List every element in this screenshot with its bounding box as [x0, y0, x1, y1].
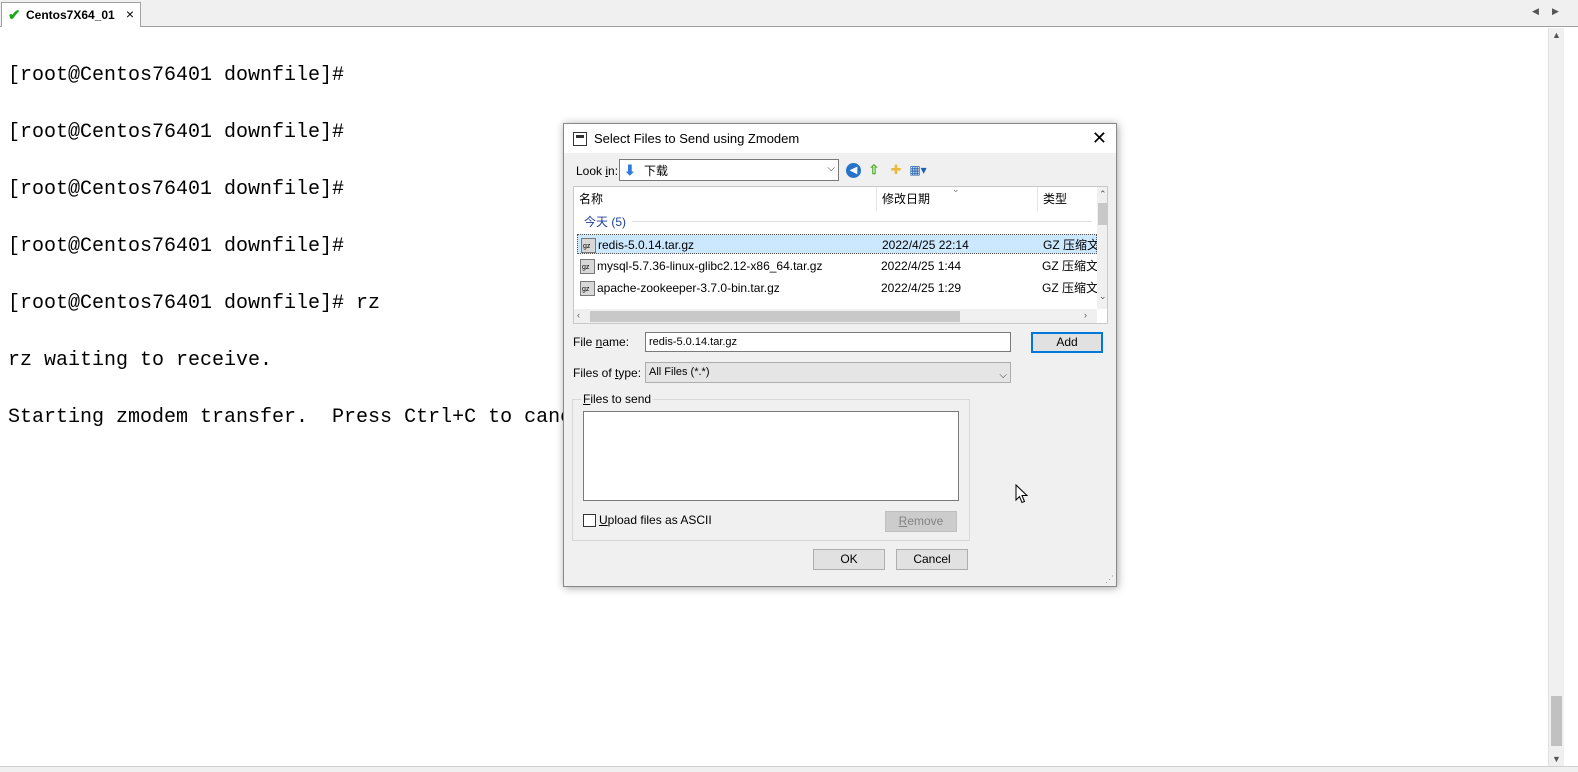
- session-tab-bar: ✔ Centos7X64_01 × ◀ ▶: [0, 0, 1578, 27]
- download-folder-icon: ⬇: [624, 161, 636, 178]
- file-list[interactable]: 名称 修改日期 ⌄ 类型 今天 (5) redis-5.0.14.tar.gz …: [573, 186, 1108, 324]
- file-list-hscroll-thumb[interactable]: [590, 311, 960, 322]
- tab-scroll-right-icon[interactable]: ▶: [1552, 6, 1559, 17]
- file-type-dropdown[interactable]: All Files (*.*) ⌵: [645, 362, 1011, 383]
- file-row[interactable]: redis-5.0.14.tar.gz 2022/4/25 22:14 GZ 压…: [577, 234, 1098, 254]
- terminal-scroll-thumb[interactable]: [1551, 696, 1562, 746]
- file-row[interactable]: apache-zookeeper-3.7.0-bin.tar.gz 2022/4…: [577, 278, 1097, 298]
- column-header-type[interactable]: 类型: [1038, 187, 1097, 211]
- file-type-label: Files of type:: [573, 366, 642, 380]
- terminal-scrollbar[interactable]: ▲ ▼: [1548, 28, 1564, 768]
- chevron-down-icon[interactable]: ⌵: [827, 163, 835, 174]
- gz-file-icon: [581, 238, 596, 253]
- file-date: 2022/4/25 1:44: [881, 259, 962, 273]
- scroll-up-icon[interactable]: ⌃: [1099, 189, 1107, 200]
- file-name: mysql-5.7.36-linux-glibc2.12-x86_64.tar.…: [597, 259, 823, 273]
- file-list-hscroll[interactable]: ‹ ›: [574, 309, 1097, 323]
- folder-toolbar: ◀ ⇧ ✚ ▦▾: [846, 161, 927, 179]
- files-to-send-list[interactable]: [583, 411, 959, 501]
- close-tab-icon[interactable]: ×: [126, 6, 134, 22]
- scroll-left-icon[interactable]: ‹: [577, 310, 580, 320]
- up-folder-icon[interactable]: ⇧: [865, 161, 883, 179]
- zmodem-send-dialog: Select Files to Send using Zmodem ✕ Look…: [563, 123, 1117, 587]
- group-header-today[interactable]: 今天 (5): [584, 213, 626, 230]
- look-in-dropdown[interactable]: ⬇ 下载 ⌵: [619, 159, 839, 181]
- file-type-value: All Files (*.*): [649, 366, 710, 378]
- status-strip: [0, 766, 1578, 772]
- scroll-up-icon[interactable]: ▲: [1552, 30, 1561, 40]
- dialog-close-icon[interactable]: ✕: [1092, 128, 1107, 149]
- dialog-titlebar[interactable]: Select Files to Send using Zmodem ✕: [564, 124, 1116, 153]
- upload-ascii-checkbox[interactable]: [583, 514, 596, 527]
- back-icon[interactable]: ◀: [846, 162, 861, 178]
- file-type: GZ 压缩文件: [1042, 281, 1097, 295]
- look-in-label: Look in:: [576, 164, 619, 178]
- look-in-value: 下载: [644, 163, 669, 178]
- add-button[interactable]: Add: [1031, 332, 1103, 353]
- gz-file-icon: [580, 259, 595, 274]
- app-window-icon: [573, 131, 587, 146]
- files-to-send-label: Files to send: [581, 392, 654, 406]
- new-folder-icon[interactable]: ✚: [887, 161, 905, 179]
- file-name: apache-zookeeper-3.7.0-bin.tar.gz: [597, 281, 780, 295]
- file-type: GZ 压缩文件: [1043, 238, 1098, 252]
- remove-button[interactable]: Remove: [885, 511, 957, 532]
- scroll-right-icon[interactable]: ›: [1084, 310, 1087, 320]
- file-date: 2022/4/25 1:29: [881, 281, 962, 295]
- tab-scroll-left-icon[interactable]: ◀: [1532, 6, 1539, 17]
- file-name-input[interactable]: redis-5.0.14.tar.gz: [645, 332, 1011, 352]
- session-tab[interactable]: ✔ Centos7X64_01 ×: [1, 2, 141, 27]
- file-row[interactable]: mysql-5.7.36-linux-glibc2.12-x86_64.tar.…: [577, 256, 1097, 276]
- mouse-pointer-icon: [1015, 484, 1029, 504]
- sort-caret-icon: ⌄: [952, 186, 960, 194]
- scroll-down-icon[interactable]: ⌄: [1099, 291, 1107, 302]
- scroll-down-icon[interactable]: ▼: [1552, 754, 1561, 764]
- file-type: GZ 压缩文件: [1042, 259, 1097, 273]
- file-list-vscroll-thumb[interactable]: [1098, 203, 1107, 225]
- files-to-send-group: Files to send Upload files as ASCII Remo…: [572, 392, 970, 541]
- upload-ascii-label[interactable]: Upload files as ASCII: [599, 513, 712, 527]
- file-name: redis-5.0.14.tar.gz: [598, 238, 695, 252]
- column-header-name[interactable]: 名称: [574, 187, 877, 211]
- ok-button[interactable]: OK: [813, 549, 885, 570]
- file-name-label: File name:: [573, 335, 630, 349]
- chevron-down-icon[interactable]: ⌵: [999, 366, 1007, 385]
- connected-check-icon: ✔: [8, 7, 21, 24]
- session-tab-title: Centos7X64_01: [26, 8, 115, 22]
- terminal-line: [root@Centos76401 downfile]#: [8, 64, 345, 87]
- cancel-button[interactable]: Cancel: [896, 549, 968, 570]
- file-date: 2022/4/25 22:14: [882, 238, 969, 252]
- group-divider: [632, 221, 1092, 222]
- resize-grip-icon[interactable]: ⋰: [1105, 574, 1114, 585]
- view-menu-icon[interactable]: ▦▾: [909, 161, 927, 179]
- file-list-vscroll[interactable]: ⌃ ⌄: [1097, 187, 1107, 309]
- dialog-title: Select Files to Send using Zmodem: [594, 131, 800, 146]
- gz-file-icon: [580, 281, 595, 296]
